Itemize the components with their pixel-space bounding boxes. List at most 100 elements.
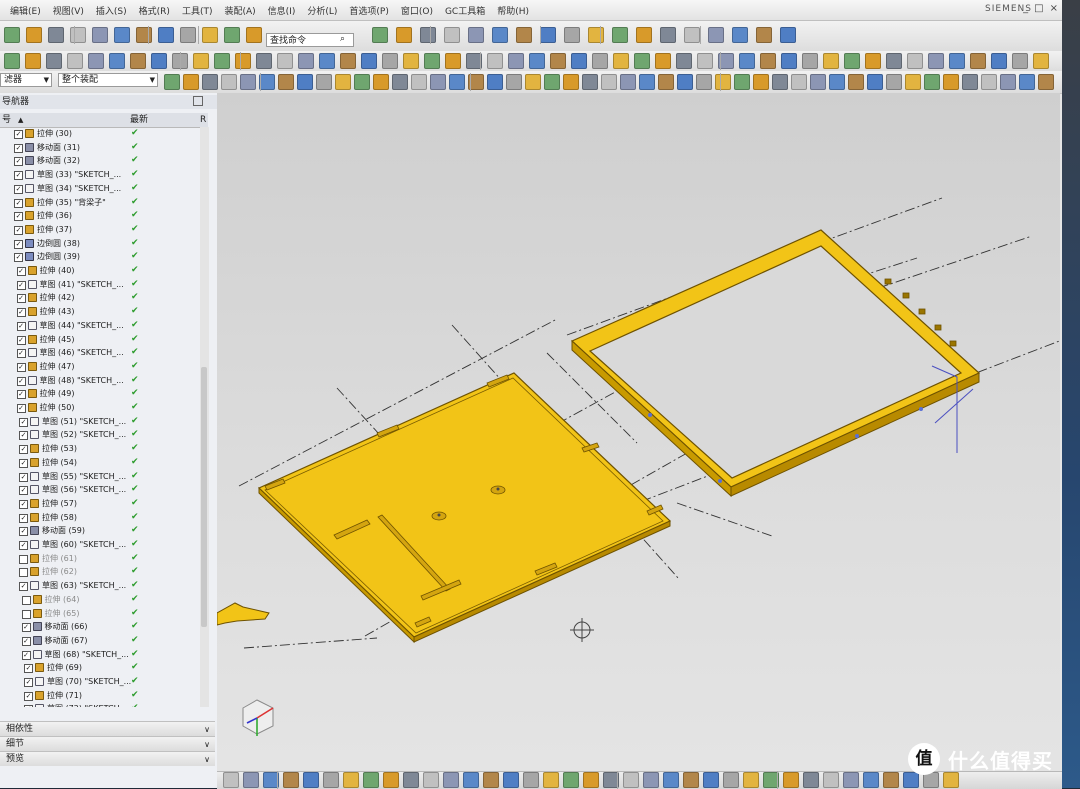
visibility-checkbox[interactable]: ✓ [24,678,33,687]
select-tool-icon[interactable] [848,74,864,90]
sketch-tool-icon[interactable] [783,772,799,788]
select-tool-icon[interactable] [563,74,579,90]
view-tool-icon[interactable] [468,27,484,43]
feature-tool-icon[interactable] [886,53,902,69]
visibility-checkbox[interactable]: ✓ [14,198,23,208]
view-tool-icon[interactable] [756,27,772,43]
select-tool-icon[interactable] [943,74,959,90]
select-tool-icon[interactable] [316,74,332,90]
tree-row[interactable]: ✓ 拉伸 (71) ✔ [0,689,200,703]
select-tool-icon[interactable] [202,74,218,90]
visibility-checkbox[interactable]: ✓ [14,225,23,235]
view-tool-icon[interactable] [516,27,532,43]
tree-row[interactable]: ✓ 草图 (55) "SKETCH_... ✔ [0,470,200,484]
frame-part[interactable] [570,229,981,498]
feature-tool-icon[interactable] [319,53,335,69]
details-panel[interactable]: 细节 ∨ [0,736,215,751]
feature-tool-icon[interactable] [277,53,293,69]
feature-tool-icon[interactable] [256,53,272,69]
tree-row[interactable]: ✓ 草图 (51) "SKETCH_... ✔ [0,415,200,429]
sketch-tool-icon[interactable] [223,772,239,788]
sketch-tool-icon[interactable] [383,772,399,788]
feature-tool-icon[interactable] [760,53,776,69]
select-tool-icon[interactable] [164,74,180,90]
sketch-tool-icon[interactable] [363,772,379,788]
standard-tool-icon[interactable] [48,27,64,43]
tree-row[interactable]: ✓ 拉伸 (54) ✔ [0,456,200,470]
tree-row[interactable]: 拉伸 (64) ✔ [0,593,200,607]
select-tool-icon[interactable] [829,74,845,90]
select-tool-icon[interactable] [905,74,921,90]
tree-row[interactable]: ✓ 拉伸 (45) ✔ [0,333,200,347]
pin-icon[interactable] [193,96,203,106]
visibility-checkbox[interactable]: ✓ [19,513,28,523]
visibility-checkbox[interactable] [19,568,28,578]
sketch-tool-icon[interactable] [583,772,599,788]
visibility-checkbox[interactable]: ✓ [16,294,26,304]
standard-tool-icon[interactable] [26,27,42,43]
select-tool-icon[interactable] [240,74,256,90]
view-tool-icon[interactable] [588,27,604,43]
standard-tool-icon[interactable] [202,27,218,43]
standard-tool-icon[interactable] [92,27,108,43]
visibility-checkbox[interactable]: ✓ [14,157,23,167]
menu-item[interactable]: 分析(L) [301,4,343,17]
select-tool-icon[interactable] [487,74,503,90]
visibility-checkbox[interactable]: ✓ [19,486,28,496]
tree-row[interactable]: ✓ 草图 (52) "SKETCH_... ✔ [0,428,200,442]
view-tool-icon[interactable] [636,27,652,43]
feature-tool-icon[interactable] [634,53,650,69]
tree-row[interactable]: ✓ 草图 (72) "SKETCH... ✔ [0,702,200,707]
tree-row[interactable]: ✓ 草图 (33) "SKETCH_... ✔ [0,168,200,182]
view-tool-icon[interactable] [732,27,748,43]
visibility-checkbox[interactable]: ✓ [16,376,26,386]
visibility-checkbox[interactable]: ✓ [16,404,26,413]
sketch-tool-icon[interactable] [443,772,459,788]
feature-tool-icon[interactable] [4,53,20,69]
feature-tool-icon[interactable] [46,53,62,69]
sketch-tool-icon[interactable] [403,772,419,788]
visibility-checkbox[interactable]: ✓ [14,130,23,139]
feature-tool-icon[interactable] [865,53,881,69]
tree-row[interactable]: ✓ 移动面 (66) ✔ [0,620,200,634]
standard-tool-icon[interactable] [136,27,152,43]
visibility-checkbox[interactable]: ✓ [14,253,23,263]
feature-tool-icon[interactable] [487,53,503,69]
standard-tool-icon[interactable] [246,27,262,43]
select-tool-icon[interactable] [620,74,636,90]
standard-tool-icon[interactable] [224,27,240,43]
column-latest[interactable]: 最新 [130,113,148,127]
visibility-checkbox[interactable]: ✓ [16,390,26,400]
feature-tool-icon[interactable] [340,53,356,69]
feature-tool-icon[interactable] [571,53,587,69]
select-tool-icon[interactable] [278,74,294,90]
visibility-checkbox[interactable]: ✓ [21,650,31,660]
dependencies-panel[interactable]: 相依性 ∨ [0,721,215,736]
select-tool-icon[interactable] [430,74,446,90]
view-tool-icon[interactable] [396,27,412,43]
feature-tool-icon[interactable] [907,53,923,69]
feature-tool-icon[interactable] [529,53,545,69]
search-icon[interactable]: ⌕ [340,34,350,44]
tree-row[interactable]: ✓ 草图 (44) "SKETCH_... ✔ [0,319,200,333]
standard-tool-icon[interactable] [70,27,86,43]
tree-row[interactable]: ✓ 拉伸 (36) ✔ [0,209,200,223]
sketch-tool-icon[interactable] [723,772,739,788]
tree-row[interactable]: ✓ 草图 (56) "SKETCH_... ✔ [0,483,200,497]
menu-item[interactable]: 视图(V) [47,4,90,17]
sketch-tool-icon[interactable] [283,772,299,788]
sketch-tool-icon[interactable] [423,772,439,788]
tree-row[interactable]: ✓ 草图 (48) "SKETCH_... ✔ [0,374,200,388]
feature-tool-icon[interactable] [550,53,566,69]
scrollbar-thumb[interactable] [201,367,207,627]
feature-tool-icon[interactable] [361,53,377,69]
sketch-tool-icon[interactable] [643,772,659,788]
standard-tool-icon[interactable] [158,27,174,43]
feature-tool-icon[interactable] [109,53,125,69]
visibility-checkbox[interactable]: ✓ [14,212,23,222]
standard-tool-icon[interactable] [4,27,20,43]
visibility-checkbox[interactable] [19,554,28,564]
sketch-tool-icon[interactable] [503,772,519,788]
select-tool-icon[interactable] [658,74,674,90]
tree-row[interactable]: ✓ 草图 (46) "SKETCH_... ✔ [0,346,200,360]
